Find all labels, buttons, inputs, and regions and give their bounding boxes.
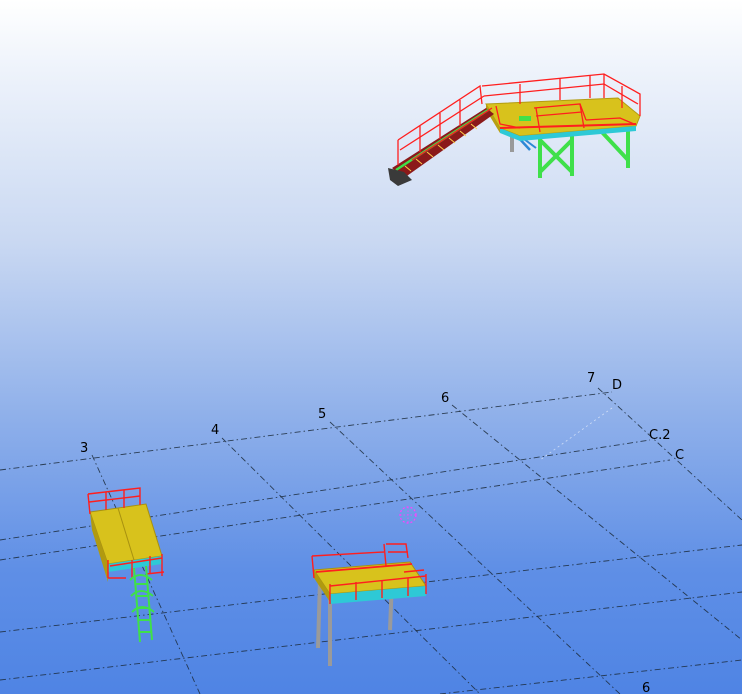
grid-label-4: 4 — [211, 423, 219, 438]
grid-line-6 — [451, 404, 742, 641]
grid-line-4 — [221, 437, 481, 694]
grid-line-edge — [439, 659, 742, 694]
grid-label-d: D — [612, 378, 622, 393]
grid-label-6: 6 — [441, 391, 449, 406]
3d-model-viewport[interactable]: 3 4 5 6 7 D C.2 C 6 — [0, 0, 742, 694]
grid-line-a — [0, 591, 742, 681]
grid-label-c2: C.2 — [649, 428, 670, 443]
grid-line-7 — [597, 387, 742, 521]
grid-label-7: 7 — [587, 371, 595, 386]
ladder-platform-assembly[interactable] — [87, 487, 165, 643]
grid-line-d — [0, 391, 613, 471]
grid-label-5: 5 — [318, 407, 326, 422]
grid-line-5 — [329, 421, 621, 694]
ladder — [129, 565, 155, 643]
grid-label-3: 3 — [80, 441, 88, 456]
faint-grid-line — [539, 407, 613, 461]
column-platform-assembly[interactable] — [311, 543, 427, 666]
grid-label-c: C — [675, 448, 684, 463]
model-scene[interactable]: 3 4 5 6 7 D C.2 C 6 — [0, 0, 742, 694]
selection-circle-marker[interactable] — [399, 506, 417, 524]
grid-labels: 3 4 5 6 7 D C.2 C 6 — [80, 371, 684, 694]
stair-platform-assembly[interactable] — [388, 73, 641, 186]
deck-hatch — [519, 116, 531, 121]
grid-label-6-bottom: 6 — [642, 681, 650, 694]
